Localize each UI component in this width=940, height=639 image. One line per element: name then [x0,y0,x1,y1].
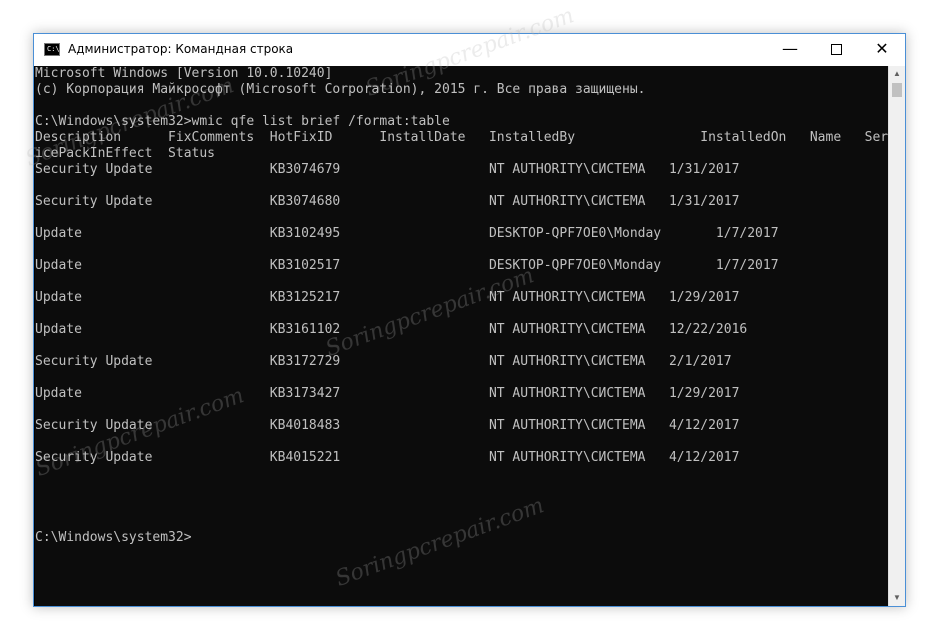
console-line: Update KB3173427 NT AUTHORITY\СИСТЕМА 1/… [35,386,740,401]
minimize-button[interactable]: — [767,34,813,66]
console-line: Update KB3125217 NT AUTHORITY\СИСТЕМА 1/… [35,290,740,305]
console-line: Microsoft Windows [Version 10.0.10240] [35,66,333,81]
window-title: Администратор: Командная строка [68,42,294,56]
console-line: Security Update KB3172729 NT AUTHORITY\С… [35,354,732,369]
console-line: C:\Windows\system32> [35,530,192,545]
console-line: icePackInEffect Status [35,146,216,161]
scroll-down-arrow-icon[interactable]: ▼ [889,590,905,606]
title-bar[interactable]: C:\ Администратор: Командная строка — ✕ [34,34,905,66]
console-line: Security Update KB4015221 NT AUTHORITY\С… [35,450,740,465]
cmd-icon: C:\ [44,43,60,56]
console-line: Update KB3102495 DESKTOP-QPF7OE0\Monday … [35,226,779,241]
scroll-up-arrow-icon[interactable]: ▲ [889,66,905,82]
maximize-icon [830,44,842,55]
console-text: Microsoft Windows [Version 10.0.10240] (c… [35,66,888,546]
scrollbar-thumb[interactable] [892,83,902,97]
close-button[interactable]: ✕ [859,34,905,66]
console-line: Security Update KB4018483 NT AUTHORITY\С… [35,418,740,433]
console-output[interactable]: Microsoft Windows [Version 10.0.10240] (c… [35,66,888,606]
cmd-window: C:\ Администратор: Командная строка — ✕ … [33,33,906,607]
maximize-button[interactable] [813,34,859,66]
console-line: Update KB3102517 DESKTOP-QPF7OE0\Monday … [35,258,779,273]
console-line: Security Update KB3074679 NT AUTHORITY\С… [35,162,740,177]
console-line: Security Update KB3074680 NT AUTHORITY\С… [35,194,740,209]
vertical-scrollbar[interactable]: ▲ ▼ [888,66,905,606]
console-line: Description FixComments HotFixID Install… [35,130,888,145]
console-line: (c) Корпорация Майкрософт (Microsoft Cor… [35,82,646,97]
console-line: C:\Windows\system32>wmic qfe list brief … [35,114,450,129]
console-line: Update KB3161102 NT AUTHORITY\СИСТЕМА 12… [35,322,748,337]
